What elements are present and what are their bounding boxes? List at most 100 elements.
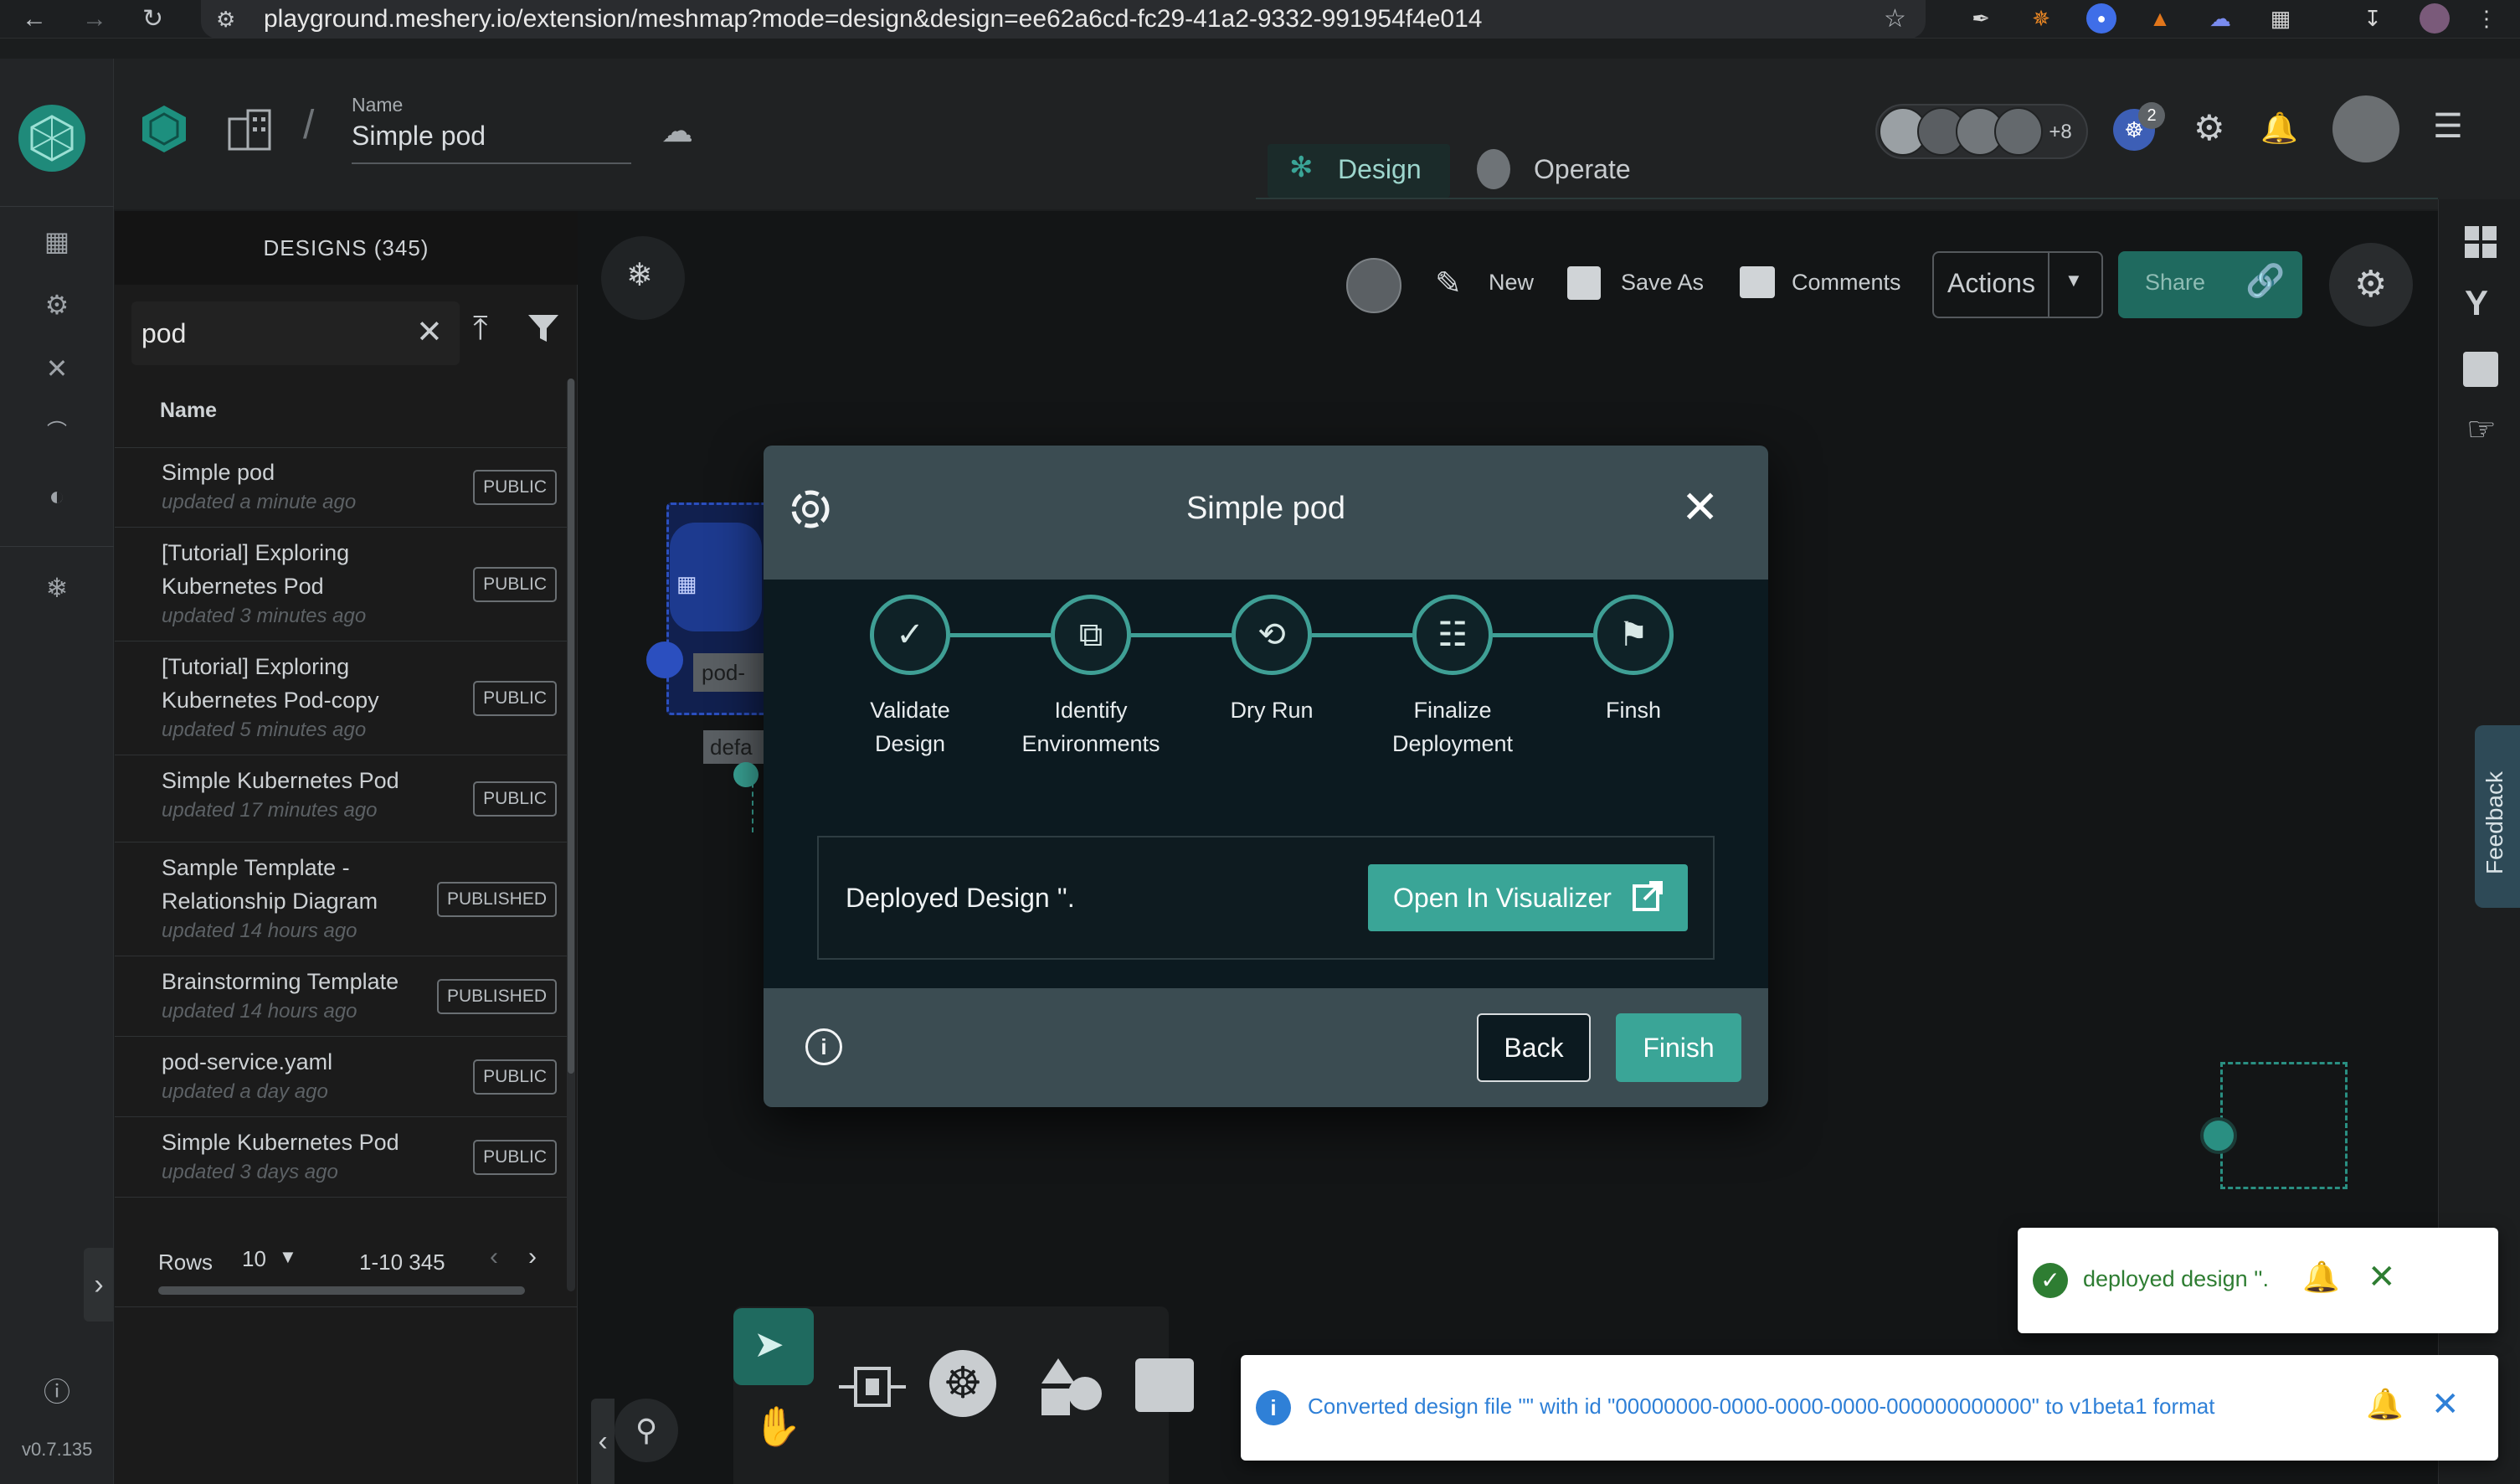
reload-icon[interactable]: ↻ <box>142 3 163 35</box>
close-icon[interactable]: ✕ <box>2431 1385 2460 1424</box>
visibility-badge[interactable]: PUBLIC <box>473 1140 557 1175</box>
back-button[interactable]: Back <box>1477 1013 1591 1082</box>
notification-bell-icon[interactable]: 🔔 <box>2366 1387 2404 1422</box>
design-title[interactable]: Simple Kubernetes Pod <box>162 764 399 797</box>
comments-button[interactable]: Comments <box>1792 270 1901 296</box>
visibility-badge[interactable]: PUBLISHED <box>436 979 557 1014</box>
actions-button-label[interactable]: Actions <box>1947 268 2035 299</box>
notification-bell-icon[interactable]: 🔔 <box>2260 111 2298 146</box>
list-item[interactable]: Simple Kubernetes Pod updated 17 minutes … <box>115 755 567 842</box>
avatar-overflow-count[interactable]: +8 <box>2036 111 2085 154</box>
expand-left-chevron-icon[interactable]: ‹ <box>591 1399 615 1484</box>
extension-icon[interactable]: ❄ <box>39 569 75 606</box>
performance-icon[interactable]: ◐ <box>39 477 75 514</box>
visibility-badge[interactable]: PUBLISHED <box>436 882 557 917</box>
close-icon[interactable]: ✕ <box>1681 482 1719 533</box>
pan-hand-icon[interactable]: ✋ <box>753 1404 801 1450</box>
rows-per-page-select[interactable]: 10 <box>242 1246 266 1272</box>
save-as-button[interactable]: Save As <box>1621 270 1704 296</box>
signal-icon[interactable]: ⌒ <box>39 414 75 451</box>
list-item[interactable]: Simple Kubernetes Pod updated 3 days ago P… <box>115 1117 567 1198</box>
design-title[interactable]: [Tutorial] Exploring <box>162 650 349 683</box>
fox-extension-icon[interactable]: ▲ <box>2145 3 2175 33</box>
ghost-extension-icon[interactable]: ☁ <box>2205 3 2235 33</box>
list-item[interactable]: Brainstorming Template updated 14 hours a… <box>115 956 567 1037</box>
meshery-logo-icon[interactable] <box>18 105 85 172</box>
design-title[interactable]: [Tutorial] Exploring <box>162 536 349 569</box>
hamburger-menu-icon[interactable]: ☰ <box>2433 107 2463 146</box>
more-vertical-icon[interactable]: ⋮ <box>2471 3 2502 33</box>
list-item[interactable]: Simple pod updated a minute ago PUBLIC <box>115 447 567 528</box>
upload-icon[interactable]: ⤒ <box>473 310 488 348</box>
open-in-visualizer-label[interactable]: Open In Visualizer <box>1393 883 1612 914</box>
previous-page-icon[interactable]: ‹ <box>490 1243 498 1271</box>
list-item[interactable]: [Tutorial] Exploring Kubernetes Pod-copy u… <box>115 642 567 755</box>
node-namespace-label[interactable]: defa <box>703 730 770 764</box>
organization-building-icon[interactable] <box>226 107 273 151</box>
finish-button[interactable]: Finish <box>1616 1013 1741 1082</box>
dashboard-icon[interactable]: ▦ <box>39 223 75 260</box>
design-title[interactable]: Kubernetes Pod-copy <box>162 683 379 717</box>
list-item[interactable]: [Tutorial] Exploring Kubernetes Pod update… <box>115 528 567 642</box>
sparkle-extension-icon[interactable]: ✵ <box>2026 3 2056 33</box>
help-icon[interactable]: ⓘ <box>39 1373 75 1410</box>
design-title[interactable]: Sample Template - <box>162 851 350 884</box>
puzzle-extensions-icon[interactable]: ▦ <box>2265 3 2296 33</box>
url-text[interactable]: playground.meshery.io/extension/meshmap?… <box>264 5 1482 33</box>
site-settings-icon[interactable]: ⚙ <box>216 7 235 33</box>
component-tool-icon[interactable] <box>837 1355 908 1419</box>
search-input[interactable] <box>141 313 393 353</box>
design-title[interactable]: Simple Kubernetes Pod <box>162 1126 399 1159</box>
tab-design-label[interactable]: Design <box>1338 154 1422 185</box>
feedback-tab-label[interactable]: Feedback <box>2481 707 2508 874</box>
grid-view-icon[interactable] <box>2463 224 2498 260</box>
design-title[interactable]: Brainstorming Template <box>162 965 399 998</box>
horizontal-scrollbar[interactable] <box>158 1286 525 1295</box>
namespace-group-node[interactable] <box>2220 1062 2348 1189</box>
list-item[interactable]: pod-service.yaml updated a day ago PUBLIC <box>115 1037 567 1117</box>
cloud-sync-icon[interactable]: ☁ <box>661 112 693 150</box>
design-title[interactable]: pod-service.yaml <box>162 1045 332 1079</box>
notification-bell-icon[interactable]: 🔔 <box>2302 1260 2340 1295</box>
visibility-badge[interactable]: PUBLIC <box>473 681 557 716</box>
kubernetes-helm-icon[interactable]: ☸ <box>929 1350 996 1417</box>
bookmark-star-icon[interactable]: ☆ <box>1884 3 1906 35</box>
pencil-icon[interactable]: ✎ <box>1435 265 1462 302</box>
column-header-name[interactable]: Name <box>160 399 217 423</box>
next-page-icon[interactable]: › <box>528 1243 537 1271</box>
share-button-label[interactable]: Share <box>2145 270 2205 296</box>
zoom-search-icon[interactable]: ⚲ <box>615 1399 678 1462</box>
profile-avatar-icon[interactable] <box>2420 3 2450 33</box>
visibility-badge[interactable]: PUBLIC <box>473 567 557 602</box>
design-title[interactable]: Kubernetes Pod <box>162 569 324 603</box>
comment-tool-icon[interactable] <box>1135 1358 1194 1412</box>
download-icon[interactable]: ↧ <box>2358 3 2388 33</box>
tools-icon[interactable]: ✕ <box>39 350 75 387</box>
new-button[interactable]: New <box>1489 270 1534 296</box>
shapes-tool-icon[interactable] <box>1038 1355 1105 1419</box>
chevron-down-icon[interactable]: ▼ <box>279 1246 297 1268</box>
info-icon[interactable]: i <box>805 1028 842 1065</box>
filter-icon[interactable] <box>525 310 562 347</box>
tab-operate-label[interactable]: Operate <box>1534 154 1631 185</box>
back-arrow-icon[interactable]: ← <box>22 3 47 35</box>
lifecycle-gears-icon[interactable]: ⚙ <box>39 286 75 323</box>
touch-pointer-icon[interactable]: ☞ <box>2466 410 2497 449</box>
owner-avatar[interactable] <box>1346 258 1401 313</box>
actions-chevron-down-icon[interactable]: ▼ <box>2065 270 2083 291</box>
settings-gear-icon[interactable]: ⚙ <box>2193 107 2225 148</box>
visibility-badge[interactable]: PUBLIC <box>473 1059 557 1095</box>
design-title[interactable]: Relationship Diagram <box>162 884 378 918</box>
list-item[interactable]: Sample Template - Relationship Diagram upd… <box>115 842 567 956</box>
save-icon[interactable] <box>1567 266 1601 300</box>
visibility-badge[interactable]: PUBLIC <box>473 470 557 505</box>
design-title[interactable]: Simple pod <box>162 456 275 489</box>
open-in-visualizer-button[interactable]: Open In Visualizer <box>1368 864 1688 931</box>
design-name-input[interactable]: Simple pod <box>352 121 631 164</box>
comments-icon[interactable] <box>1740 266 1775 298</box>
design-search[interactable]: ✕ <box>131 301 460 365</box>
circle-extension-icon[interactable]: ● <box>2086 3 2116 33</box>
close-icon[interactable]: ✕ <box>2368 1258 2396 1296</box>
user-avatar[interactable] <box>2332 95 2399 162</box>
forward-arrow-icon[interactable]: → <box>82 3 107 35</box>
